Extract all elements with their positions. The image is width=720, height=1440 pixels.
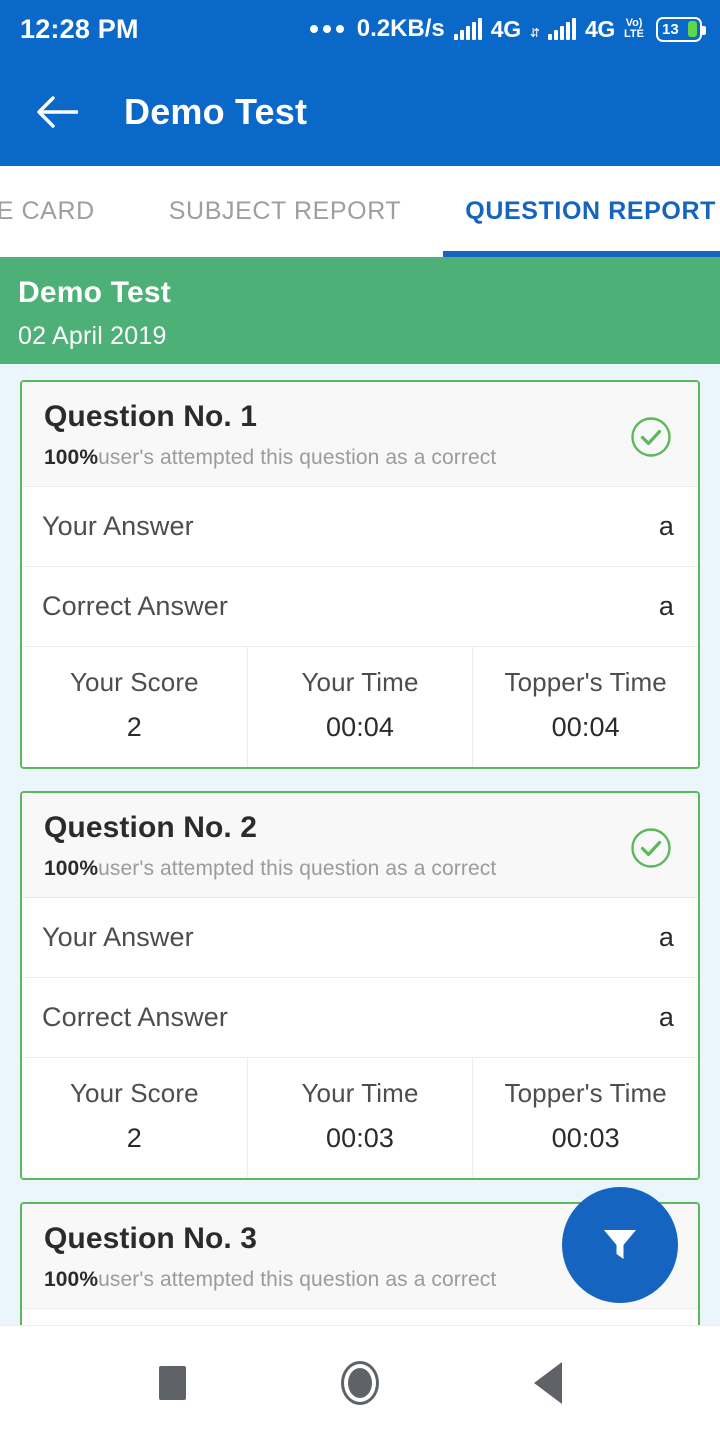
tab-score-card[interactable]: ORE CARD	[0, 166, 127, 257]
back-arrow-icon[interactable]	[36, 91, 78, 133]
your-score-cell: Your Score 2	[22, 647, 247, 767]
question-number-label: Question No. 2	[44, 811, 258, 844]
question-card-header: Question No. 1 100%user's attempted this…	[22, 382, 698, 486]
attempt-percent: 100%	[44, 857, 99, 880]
network-type-sim1: 4G	[490, 15, 521, 42]
filter-funnel-icon	[594, 1217, 646, 1274]
correct-answer-label: Correct Answer	[42, 1002, 228, 1032]
more-dots-icon	[309, 25, 344, 33]
your-time-cell: Your Time 00:04	[246, 647, 473, 767]
question-attempt-stat: 100%user's attempted this question as a …	[44, 446, 676, 470]
your-answer-label: Your Answer	[42, 511, 194, 541]
banner-test-name: Demo Test	[18, 276, 171, 309]
check-circle-icon	[630, 827, 672, 869]
filter-fab-button[interactable]	[562, 1187, 678, 1303]
toppers-time-cell: Topper's Time 00:04	[472, 647, 698, 767]
attempt-percent: 100%	[44, 446, 99, 469]
your-answer-value: a	[658, 511, 674, 541]
your-time-cell: Your Time 00:03	[246, 1058, 473, 1178]
status-bar: 12:28 PM 0.2KB/s 4G ⇵ 4G Vo) LTE 13	[0, 0, 720, 58]
your-time-value: 00:03	[325, 1123, 395, 1153]
your-score-label: Your Score	[69, 667, 199, 697]
test-banner: Demo Test 02 April 2019	[0, 257, 720, 364]
network-speed-text: 0.2KB/s	[356, 15, 445, 42]
app-root: 12:28 PM 0.2KB/s 4G ⇵ 4G Vo) LTE 13 Demo…	[0, 0, 720, 1440]
question-stats-row: Your Score 2 Your Time 00:03 Topper's Ti…	[22, 1057, 698, 1178]
home-circle-icon[interactable]	[330, 1353, 390, 1413]
correct-answer-label: Correct Answer	[42, 591, 228, 621]
attempt-percent: 100%	[44, 1268, 99, 1291]
page-title: Demo Test	[124, 91, 308, 132]
your-answer-row: Your Answer a	[22, 486, 698, 566]
correct-answer-value: a	[658, 591, 674, 621]
question-stats-row: Your Score 2 Your Time 00:04 Topper's Ti…	[22, 646, 698, 767]
recents-square-icon[interactable]	[142, 1353, 202, 1413]
toppers-time-label: Topper's Time	[504, 667, 667, 697]
banner-test-date: 02 April 2019	[18, 322, 167, 350]
your-score-value: 2	[126, 1123, 142, 1153]
your-score-value: 2	[126, 712, 142, 742]
question-attempt-stat: 100%user's attempted this question as a …	[44, 857, 676, 881]
correct-answer-row: Correct Answer a	[22, 566, 698, 646]
attempt-description: user's attempted this question as a corr…	[98, 857, 497, 880]
data-transfer-icon: ⇵	[529, 26, 540, 40]
app-bar: Demo Test	[0, 58, 720, 166]
your-time-label: Your Time	[301, 667, 419, 697]
question-card-header: Question No. 2 100%user's attempted this…	[22, 793, 698, 897]
battery-fill	[688, 21, 697, 37]
question-card[interactable]: Question No. 1 100%user's attempted this…	[20, 380, 700, 769]
battery-percent-text: 13	[662, 20, 679, 38]
your-answer-value: a	[658, 922, 674, 952]
your-answer-row: Your Answer a	[22, 1308, 698, 1325]
your-time-value: 00:04	[325, 712, 395, 742]
question-number-label: Question No. 1	[44, 400, 258, 433]
check-circle-icon	[630, 416, 672, 458]
back-triangle-icon[interactable]	[518, 1353, 578, 1413]
question-card[interactable]: Question No. 2 100%user's attempted this…	[20, 791, 700, 1180]
attempt-description: user's attempted this question as a corr…	[98, 1268, 497, 1291]
your-time-label: Your Time	[301, 1078, 419, 1108]
toppers-time-cell: Topper's Time 00:03	[472, 1058, 698, 1178]
signal-bars-sim1-icon	[453, 18, 482, 40]
tab-bar: ORE CARD SUBJECT REPORT QUESTION REPORT	[0, 166, 720, 257]
toppers-time-value: 00:03	[551, 1123, 620, 1153]
question-report-list[interactable]: Question No. 1 100%user's attempted this…	[0, 364, 720, 1325]
toppers-time-label: Topper's Time	[504, 1078, 667, 1108]
your-answer-row: Your Answer a	[22, 897, 698, 977]
your-score-cell: Your Score 2	[22, 1058, 247, 1178]
signal-bars-sim2-icon	[547, 18, 576, 40]
tab-question-report[interactable]: QUESTION REPORT	[443, 166, 720, 257]
correct-answer-row: Correct Answer a	[22, 977, 698, 1057]
correct-answer-value: a	[658, 1002, 674, 1032]
status-clock: 12:28 PM	[20, 13, 139, 44]
your-score-label: Your Score	[69, 1078, 199, 1108]
toppers-time-value: 00:04	[551, 712, 620, 742]
network-type-sim2: 4G	[584, 15, 616, 42]
your-answer-label: Your Answer	[42, 922, 194, 952]
tab-subject-report[interactable]: SUBJECT REPORT	[127, 166, 444, 257]
attempt-description: user's attempted this question as a corr…	[98, 446, 497, 469]
volte-icon: Vo) LTE	[624, 18, 644, 40]
battery-icon: 13	[656, 16, 706, 42]
status-icons: 0.2KB/s 4G ⇵ 4G Vo) LTE 13	[309, 15, 706, 43]
volte-bottom-text: LTE	[624, 28, 644, 40]
android-navigation-bar	[0, 1325, 720, 1440]
